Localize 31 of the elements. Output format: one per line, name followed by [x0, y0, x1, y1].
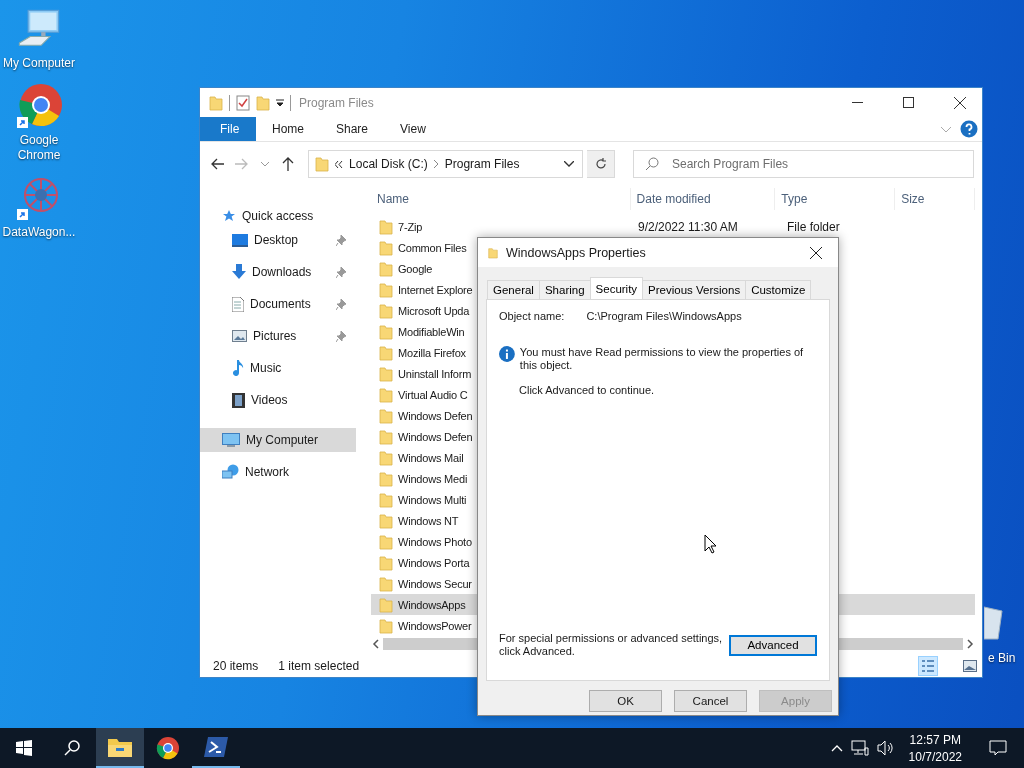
file-name: Windows Multi — [398, 493, 467, 506]
file-type: File folder — [787, 219, 840, 234]
status-text: 20 items — [213, 659, 259, 673]
file-name: Windows Porta — [398, 556, 470, 569]
status-text: 1 item selected — [278, 659, 360, 673]
dialog-title: WindowsApps Properties — [506, 245, 647, 260]
file-name: Google — [398, 262, 433, 275]
file-name: Virtual Audio C — [398, 388, 468, 401]
file-name: Windows Defen — [398, 409, 473, 422]
advanced-description: For special permissions or advanced settings, click Advanced. — [499, 632, 724, 658]
file-name: Mozilla Firefox — [398, 346, 466, 359]
file-name: Windows Defen — [398, 430, 473, 443]
file-name: ModifiableWin — [398, 325, 465, 338]
window-title: Program Files — [299, 95, 375, 110]
file-name: Windows Mail — [398, 451, 464, 464]
file-name: Windows Medi — [398, 472, 468, 485]
hint-text: Click Advanced to continue. — [519, 384, 656, 396]
file-name: Microsoft Upda — [398, 304, 470, 317]
file-name: WindowsPower — [398, 619, 472, 632]
file-name: Windows NT — [398, 514, 459, 527]
file-name: Internet Explore — [398, 283, 473, 296]
file-name: Windows Secur — [398, 577, 472, 590]
file-name: Common Files — [398, 241, 467, 254]
file-date: 9/2/2022 11:30 AM — [638, 219, 739, 234]
file-name: 7-Zip — [398, 220, 423, 233]
field-label: Object name: — [499, 310, 565, 322]
info-message: You must have Read permissions to view the properties of this object. — [519, 346, 805, 372]
file-name: Uninstall Inform — [398, 367, 472, 380]
file-name: Windows Photo — [398, 535, 472, 548]
file-name: WindowsApps — [398, 598, 466, 611]
object-path: C:\Program Files\WindowsApps — [586, 310, 742, 322]
